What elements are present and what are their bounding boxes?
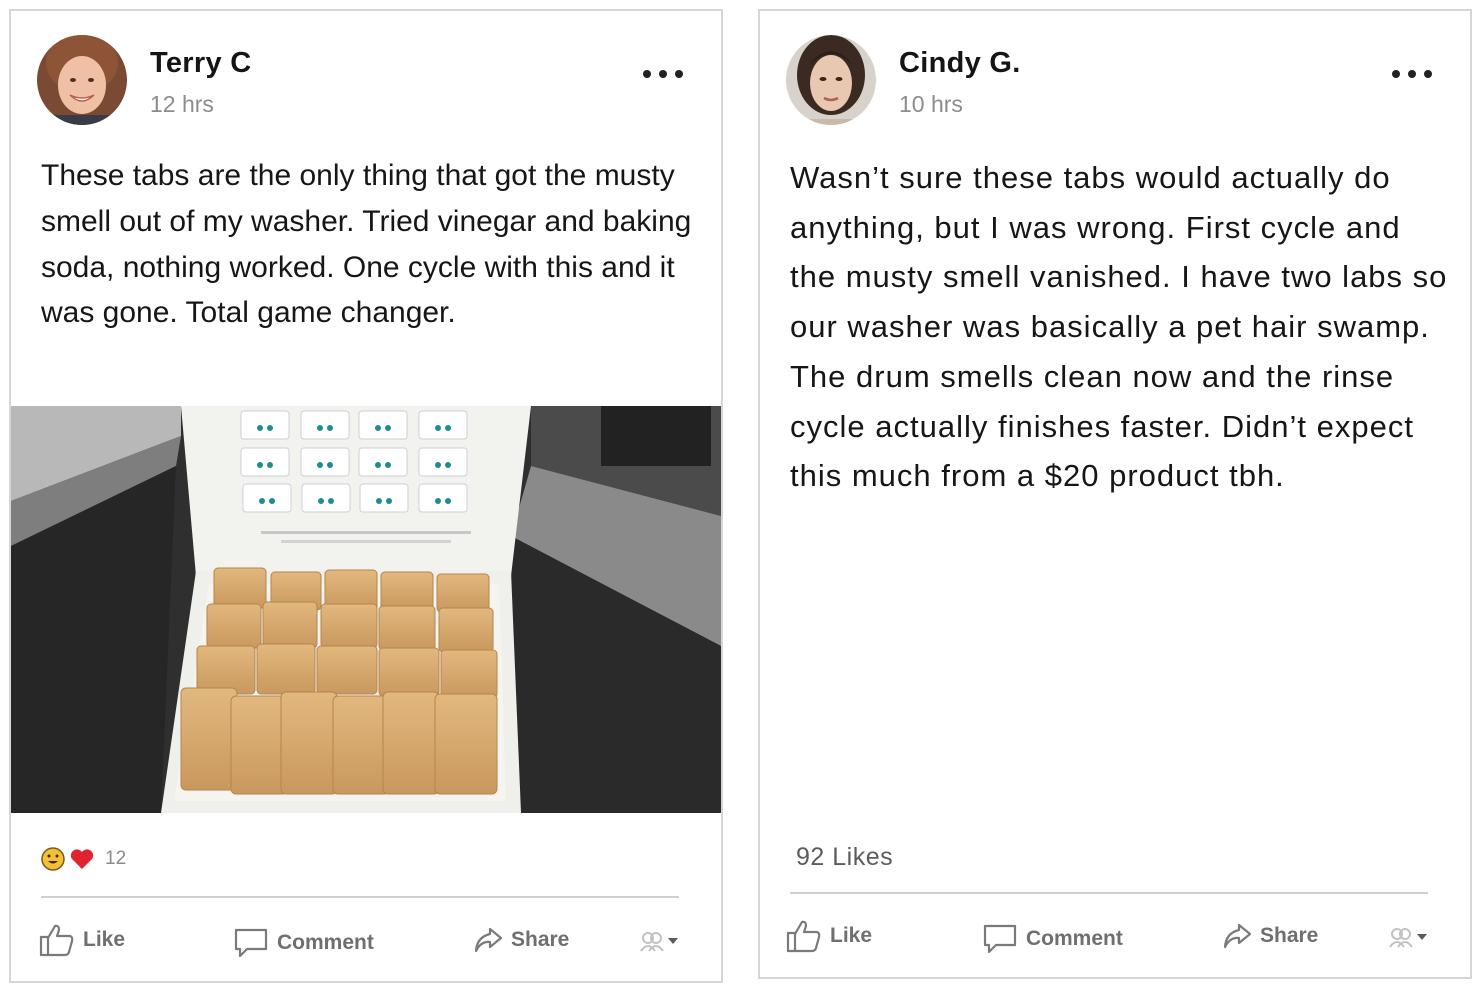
divider bbox=[41, 896, 679, 898]
reaction-count: 12 bbox=[105, 848, 127, 869]
comment-label: Comment bbox=[277, 931, 374, 954]
audience-selector[interactable] bbox=[1388, 925, 1428, 949]
comment-button[interactable]: Comment bbox=[982, 923, 1123, 955]
audience-icon bbox=[640, 932, 664, 952]
post-time[interactable]: 10 hrs bbox=[899, 91, 963, 118]
post-text: Wasn’t sure these tabs would actually do… bbox=[790, 160, 1448, 494]
share-arrow-icon bbox=[474, 927, 503, 953]
like-button[interactable]: Like bbox=[786, 919, 872, 953]
comment-button[interactable]: Comment bbox=[233, 927, 374, 959]
author-name[interactable]: Terry C bbox=[150, 47, 252, 80]
audience-icon bbox=[1389, 928, 1413, 948]
haha-emoji-icon bbox=[41, 847, 65, 871]
audience-selector[interactable] bbox=[639, 929, 679, 953]
heart-icon bbox=[70, 849, 94, 869]
caret-down-icon bbox=[1417, 934, 1427, 940]
share-button[interactable]: Share bbox=[473, 925, 569, 955]
more-dots-icon[interactable] bbox=[1392, 67, 1432, 81]
avatar[interactable] bbox=[786, 35, 876, 125]
post-card: Cindy G. 10 hrs Wasn’t sure these tabs w… bbox=[758, 9, 1472, 979]
share-button[interactable]: Share bbox=[1222, 921, 1318, 951]
divider bbox=[790, 892, 1428, 894]
share-arrow-icon bbox=[1223, 923, 1252, 949]
comment-bubble-icon bbox=[983, 924, 1017, 954]
reaction-summary[interactable]: 12 bbox=[41, 847, 126, 871]
thumbs-up-icon bbox=[39, 924, 74, 957]
like-button[interactable]: Like bbox=[39, 923, 125, 957]
share-label: Share bbox=[1260, 924, 1319, 947]
comment-label: Comment bbox=[1026, 927, 1123, 950]
caret-down-icon bbox=[668, 938, 678, 944]
post-photo[interactable] bbox=[11, 406, 721, 813]
like-label: Like bbox=[830, 924, 873, 947]
more-dots-icon[interactable] bbox=[643, 67, 683, 81]
post-time[interactable]: 12 hrs bbox=[150, 91, 214, 118]
comment-bubble-icon bbox=[234, 928, 268, 958]
like-label: Like bbox=[83, 928, 126, 951]
post-card: Terry C 12 hrs These tabs are the only t… bbox=[9, 9, 723, 983]
author-name[interactable]: Cindy G. bbox=[899, 47, 1021, 80]
post-text: These tabs are the only thing that got t… bbox=[41, 159, 692, 330]
thumbs-up-icon bbox=[786, 920, 821, 953]
likes-count[interactable]: 92 Likes bbox=[796, 843, 893, 872]
share-label: Share bbox=[511, 928, 570, 951]
avatar[interactable] bbox=[37, 35, 127, 125]
